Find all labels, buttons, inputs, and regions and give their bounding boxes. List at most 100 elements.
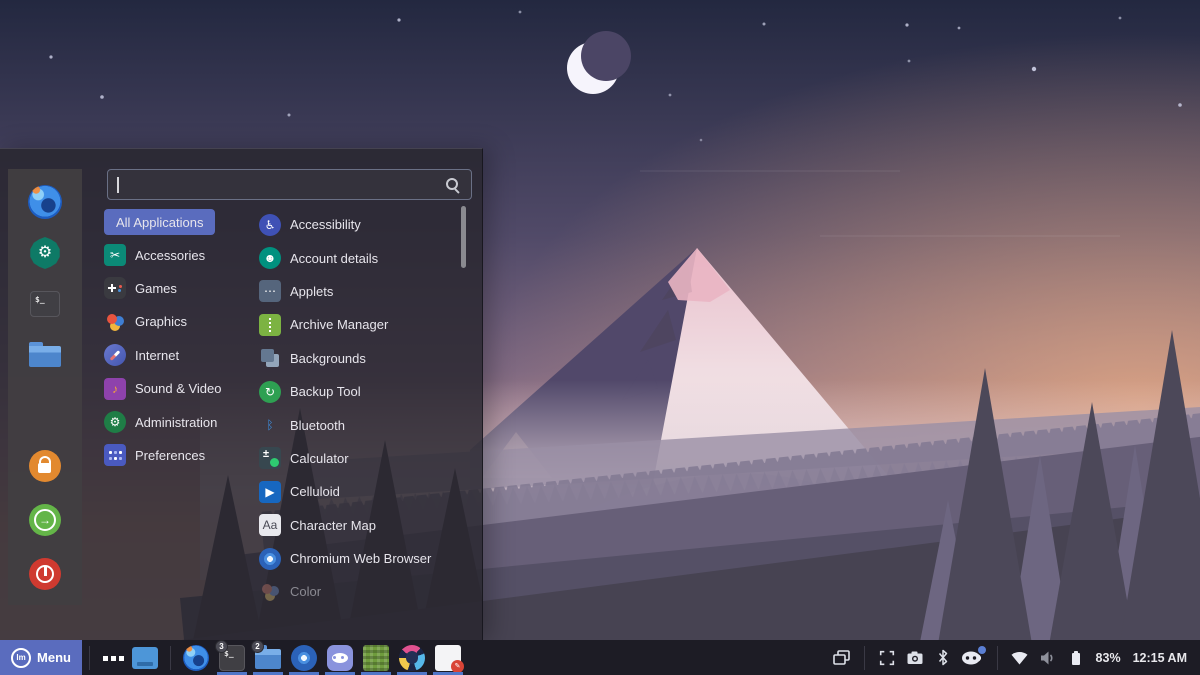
- category-item[interactable]: ✂ Accessories: [104, 238, 256, 271]
- celluloid-icon: ▶: [259, 480, 281, 503]
- lock-screen-button[interactable]: [28, 449, 62, 483]
- firefox-icon: [28, 185, 62, 219]
- application-item[interactable]: Archive Manager: [259, 308, 461, 341]
- grouped-windows-applet[interactable]: [97, 640, 127, 675]
- software-manager-icon: ⚙: [30, 237, 60, 269]
- files-icon: [29, 341, 61, 369]
- battery-applet[interactable]: [1063, 640, 1089, 675]
- terminal-icon: $_: [30, 291, 60, 317]
- separator: [996, 645, 998, 670]
- software-manager-launcher[interactable]: ⚙: [28, 236, 62, 270]
- menu-button-label: Menu: [37, 650, 71, 665]
- calculator-icon: ±: [259, 447, 281, 470]
- accessibility-icon: ♿: [259, 213, 281, 236]
- applets-icon: ⋯: [259, 280, 281, 303]
- application-item[interactable]: Aa Character Map: [259, 509, 461, 542]
- text-editor-icon: [435, 644, 464, 673]
- system-tray: 83% 12:15 AM: [829, 640, 1200, 675]
- bluetooth-icon: [938, 649, 947, 666]
- color-icon: [259, 581, 281, 603]
- network-applet[interactable]: [1007, 640, 1033, 675]
- log-out-button[interactable]: [28, 503, 62, 537]
- application-item[interactable]: ⋯ Applets: [259, 275, 461, 308]
- terminal-launcher[interactable]: $_: [28, 287, 62, 321]
- discord-tray-applet[interactable]: [958, 640, 988, 675]
- menu-sidebar: ⚙ $_: [8, 169, 82, 605]
- account-details-icon: ☻: [259, 247, 281, 270]
- taskbar-app[interactable]: [358, 640, 394, 675]
- archive-manager-icon: [259, 313, 281, 336]
- taskbar-app[interactable]: 2: [250, 640, 286, 675]
- separator: [863, 645, 865, 670]
- application-item[interactable]: ☻ Account details: [259, 241, 461, 274]
- battery-percentage[interactable]: 83%: [1096, 651, 1121, 665]
- search-bar[interactable]: [107, 169, 472, 200]
- clock[interactable]: 12:15 AM: [1133, 651, 1187, 665]
- firefox-launcher[interactable]: [28, 185, 62, 219]
- application-menu: ⚙ $_ → All Applications ✂ Accessories Ga…: [0, 148, 483, 641]
- internet-icon: [104, 344, 126, 367]
- chromium-icon: [291, 644, 317, 671]
- bluetooth-applet[interactable]: [930, 640, 956, 675]
- desktop: ⚙ $_ → All Applications ✂ Accessories Ga…: [0, 0, 1200, 675]
- category-item[interactable]: Preferences: [104, 439, 256, 472]
- discord-icon: [327, 644, 353, 671]
- taskbar-app[interactable]: [178, 640, 214, 675]
- favorite-apps: ⚙ $_: [28, 185, 62, 372]
- linux-mint-logo-icon: lm: [11, 647, 32, 668]
- category-item[interactable]: All Applications: [104, 209, 216, 235]
- firefox-icon: [183, 644, 209, 671]
- fit-to-screen-icon: [879, 650, 894, 665]
- taskbar-app[interactable]: [286, 640, 322, 675]
- grouped-windows-icon: [101, 647, 123, 669]
- show-desktop-icon: [132, 646, 158, 669]
- application-item[interactable]: ▶ Celluloid: [259, 475, 461, 508]
- taskbar-app[interactable]: [394, 640, 430, 675]
- taskbar-app[interactable]: [430, 640, 466, 675]
- taskbar: lm Menu $_ 3 2 ✎ 83% 12:15 AM: [0, 640, 1200, 675]
- category-item[interactable]: Games: [104, 272, 256, 305]
- window-count-badge: 2: [251, 640, 264, 653]
- show-desktop-applet[interactable]: [127, 640, 163, 675]
- category-item[interactable]: Graphics: [104, 305, 256, 338]
- menu-button[interactable]: lm Menu: [0, 640, 82, 675]
- window-switcher-icon: [833, 650, 850, 665]
- search-icon: [445, 177, 461, 193]
- screenshot-tool-applet[interactable]: [902, 640, 928, 675]
- speaker-icon: [1040, 651, 1053, 664]
- application-item[interactable]: ᛒ Bluetooth: [259, 408, 461, 441]
- chromium-icon: [259, 547, 281, 570]
- application-item[interactable]: Backgrounds: [259, 342, 461, 375]
- application-item[interactable]: Color: [259, 575, 461, 608]
- window-switcher-applet[interactable]: [829, 640, 855, 675]
- application-item[interactable]: ↻ Backup Tool: [259, 375, 461, 408]
- backup-tool-icon: ↻: [259, 380, 281, 403]
- fit-to-screen-applet[interactable]: [874, 640, 900, 675]
- scrollbar-thumb[interactable]: [461, 206, 466, 268]
- application-item[interactable]: ♿ Accessibility: [259, 208, 461, 241]
- graphics-icon: [104, 311, 126, 333]
- taskbar-app[interactable]: $_ 3: [214, 640, 250, 675]
- preferences-icon: [104, 444, 126, 467]
- search-input[interactable]: [108, 177, 445, 192]
- character-map-icon: Aa: [259, 514, 281, 537]
- application-item[interactable]: Chromium Web Browser: [259, 542, 461, 575]
- battery-icon: [1072, 650, 1081, 665]
- window-count-badge: 3: [215, 640, 228, 653]
- administration-icon: ⚙: [104, 411, 126, 434]
- bluetooth-icon: ᛒ: [266, 418, 274, 433]
- category-item[interactable]: Internet: [104, 339, 256, 372]
- minecraft-icon: [363, 644, 389, 671]
- accessories-icon: ✂: [104, 244, 126, 267]
- taskbar-app[interactable]: [322, 640, 358, 675]
- volume-applet[interactable]: [1035, 640, 1061, 675]
- category-item[interactable]: ♪ Sound & Video: [104, 372, 256, 405]
- backgrounds-icon: [259, 347, 281, 369]
- application-item[interactable]: ± Calculator: [259, 442, 461, 475]
- text-cursor: [117, 177, 119, 193]
- category-item[interactable]: ⚙ Administration: [104, 405, 256, 438]
- application-list: ♿ Accessibility ☻ Account details ⋯ Appl…: [259, 208, 461, 609]
- quit-button[interactable]: [28, 557, 62, 591]
- files-launcher[interactable]: [28, 338, 62, 372]
- notification-dot: [977, 646, 986, 654]
